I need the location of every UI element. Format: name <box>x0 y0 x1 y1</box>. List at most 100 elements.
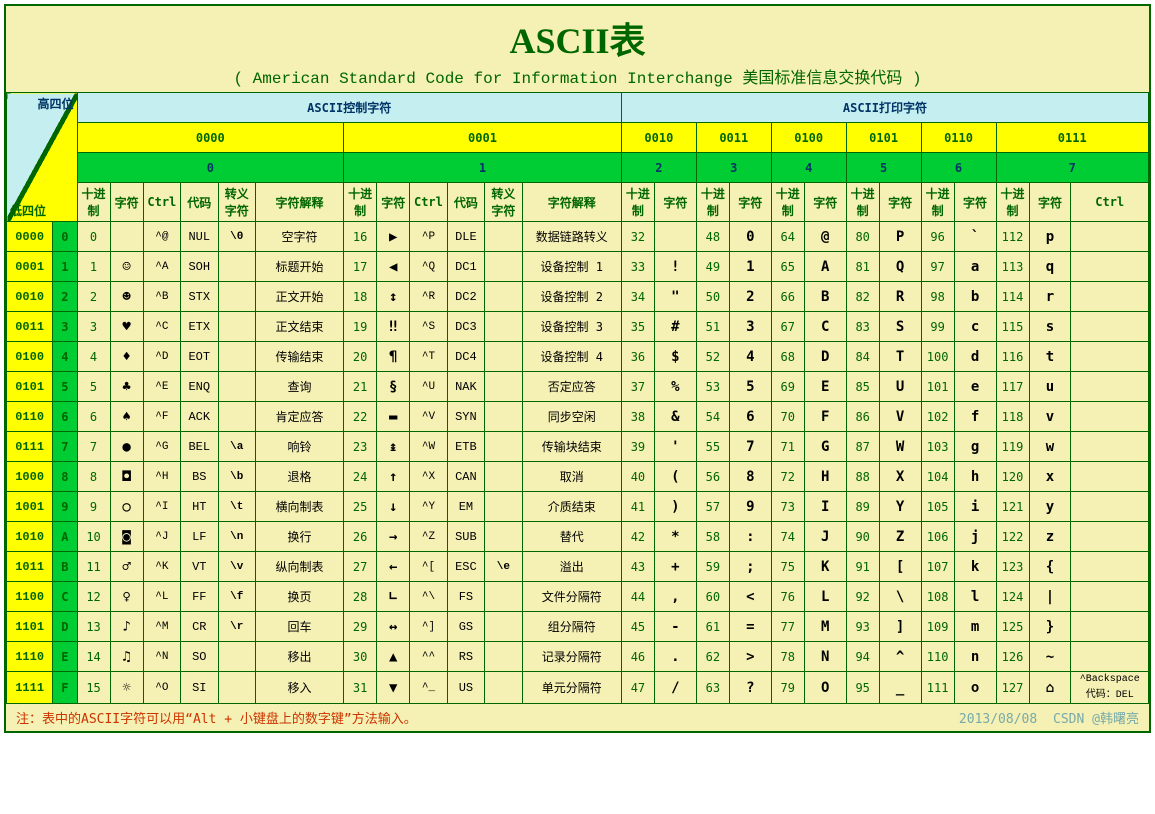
del-ctrl <box>1071 642 1149 672</box>
code: DC2 <box>447 282 484 312</box>
char: . <box>654 642 696 672</box>
table-row: 100199○^IHT\t横向制表25↓^YEM介质结束41)57973I89Y… <box>7 492 1149 522</box>
hi-bin: 0101 <box>846 123 921 153</box>
col-head: 十进制 <box>77 183 110 222</box>
dec: 1 <box>77 252 110 282</box>
dec: 105 <box>921 492 954 522</box>
desc: 介质结束 <box>522 492 621 522</box>
dec: 27 <box>344 552 377 582</box>
code: ACK <box>181 402 218 432</box>
col-head: 字符解释 <box>522 183 621 222</box>
escape <box>485 462 522 492</box>
dec: 69 <box>771 372 804 402</box>
desc: 记录分隔符 <box>522 642 621 672</box>
code: NUL <box>181 222 218 252</box>
ctrl-key: ^J <box>143 522 180 552</box>
low-bin: 0101 <box>7 372 53 402</box>
dec: 67 <box>771 312 804 342</box>
page-subtitle: ( American Standard Code for Information… <box>6 64 1149 92</box>
char: a <box>954 252 996 282</box>
dec: 54 <box>696 402 729 432</box>
dec: 9 <box>77 492 110 522</box>
char: # <box>654 312 696 342</box>
hi-bin: 0000 <box>77 123 344 153</box>
code: US <box>447 672 484 704</box>
dec: 100 <box>921 342 954 372</box>
escape <box>218 282 255 312</box>
escape <box>485 612 522 642</box>
dec: 13 <box>77 612 110 642</box>
char: R <box>879 282 921 312</box>
code: EOT <box>181 342 218 372</box>
code: HT <box>181 492 218 522</box>
dec: 38 <box>621 402 654 432</box>
escape: \0 <box>218 222 255 252</box>
dec: 24 <box>344 462 377 492</box>
dec: 59 <box>696 552 729 582</box>
char: 7 <box>729 432 771 462</box>
code: BS <box>181 462 218 492</box>
ctrl-key: ^G <box>143 432 180 462</box>
dec: 102 <box>921 402 954 432</box>
code: DLE <box>447 222 484 252</box>
escape <box>485 672 522 704</box>
hi-hex: 3 <box>696 153 771 183</box>
char: \ <box>879 582 921 612</box>
ctrl-key: ^F <box>143 402 180 432</box>
low-hex: 6 <box>53 402 77 432</box>
dec: 116 <box>996 342 1029 372</box>
lo-label: 低四位 <box>10 202 46 219</box>
char: z <box>1029 522 1071 552</box>
desc: 标题开始 <box>255 252 343 282</box>
char: 5 <box>729 372 771 402</box>
del-ctrl <box>1071 552 1149 582</box>
dec: 10 <box>77 522 110 552</box>
col-head: 字符 <box>377 183 410 222</box>
desc: 回车 <box>255 612 343 642</box>
dec: 41 <box>621 492 654 522</box>
col-head: 字符 <box>879 183 921 222</box>
char: V <box>879 402 921 432</box>
col-head: Ctrl <box>410 183 447 222</box>
dec: 78 <box>771 642 804 672</box>
dec: 56 <box>696 462 729 492</box>
code: SOH <box>181 252 218 282</box>
table-row: 100088◘^HBS\b退格24↑^XCAN取消40(56872H88X104… <box>7 462 1149 492</box>
low-bin: 0000 <box>7 222 53 252</box>
dec: 46 <box>621 642 654 672</box>
dec: 30 <box>344 642 377 672</box>
dec: 63 <box>696 672 729 704</box>
dec: 20 <box>344 342 377 372</box>
glyph: ▲ <box>377 642 410 672</box>
dec: 68 <box>771 342 804 372</box>
dec: 23 <box>344 432 377 462</box>
ctrl-key: ^X <box>410 462 447 492</box>
ctrl-key: ^_ <box>410 672 447 704</box>
dec: 110 <box>921 642 954 672</box>
table-row: 1101D13♪^MCR\r回车29↔^]GS组分隔符45-61=77M93]1… <box>7 612 1149 642</box>
low-bin: 0011 <box>7 312 53 342</box>
ctrl-key: ^W <box>410 432 447 462</box>
dec: 127 <box>996 672 1029 704</box>
code: ESC <box>447 552 484 582</box>
col-head: 字符 <box>654 183 696 222</box>
dec: 21 <box>344 372 377 402</box>
low-bin: 0100 <box>7 342 53 372</box>
escape: \r <box>218 612 255 642</box>
char: 9 <box>729 492 771 522</box>
desc: 单元分隔符 <box>522 672 621 704</box>
ctrl-key: ^M <box>143 612 180 642</box>
page-title: ASCII表 <box>6 6 1149 64</box>
dec: 55 <box>696 432 729 462</box>
ctrl-key: ^S <box>410 312 447 342</box>
code: VT <box>181 552 218 582</box>
dec: 64 <box>771 222 804 252</box>
desc: 替代 <box>522 522 621 552</box>
code: EM <box>447 492 484 522</box>
ctrl-key: ^T <box>410 342 447 372</box>
glyph: ☼ <box>110 672 143 704</box>
low-bin: 0001 <box>7 252 53 282</box>
glyph: ↕ <box>377 282 410 312</box>
dec: 93 <box>846 612 879 642</box>
char: ! <box>654 252 696 282</box>
